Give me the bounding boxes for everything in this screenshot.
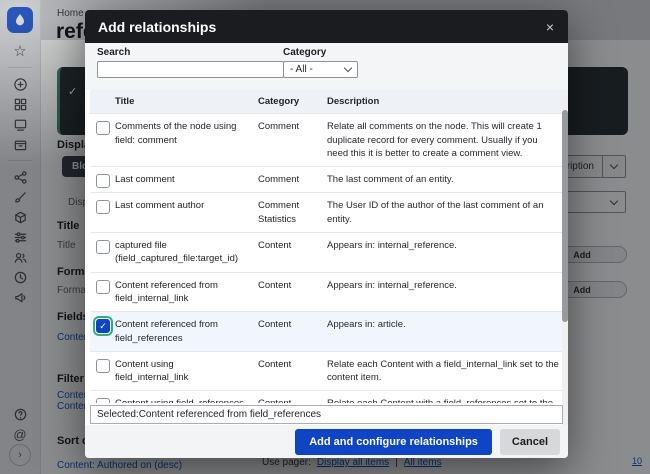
category-selected-value: - All - xyxy=(290,64,313,75)
relationships-table-wrapper: Title Category Description Comments of t… xyxy=(85,90,568,403)
row-title: Content using field_references xyxy=(115,391,258,403)
row-description: Appears in: internal_reference. xyxy=(327,240,457,252)
dialog-title: Add relationships xyxy=(98,18,217,35)
row-category: Comment xyxy=(258,174,300,186)
dialog-footer: Add and configure relationships Cancel xyxy=(85,425,568,458)
row-title: captured file (field_captured_file:targe… xyxy=(115,240,239,265)
relationship-row[interactable]: ✓ Content referenced from field_reference… xyxy=(90,311,563,351)
column-header-description: Description xyxy=(327,96,380,107)
selected-summary-field: Selected:Content referenced from field_r… xyxy=(90,405,563,424)
relationships-table: Title Category Description Comments of t… xyxy=(90,90,563,403)
row-description: The last comment of an entity. xyxy=(327,174,454,186)
checkbox-cell xyxy=(90,273,115,312)
column-header-title: Title xyxy=(115,96,135,107)
close-icon[interactable]: × xyxy=(538,15,562,39)
chevron-down-icon xyxy=(343,63,353,73)
row-category: Content xyxy=(258,319,292,331)
row-title: Content using field_internal_link xyxy=(115,358,189,384)
dialog-filters: Search Category - All - xyxy=(85,43,568,90)
row-category: Content xyxy=(258,240,292,252)
row-description: Appears in: article. xyxy=(327,319,406,331)
search-label: Search xyxy=(97,47,131,58)
add-relationships-dialog: Add relationships × Search Category - Al… xyxy=(85,10,568,458)
row-checkbox[interactable] xyxy=(96,121,110,136)
row-checkbox[interactable] xyxy=(96,200,110,215)
relationship-row[interactable]: Comments of the node using field: commen… xyxy=(90,113,563,166)
row-title: Content referenced from field_references xyxy=(115,319,218,344)
row-category: Comment Statistics xyxy=(258,200,300,225)
category-label: Category xyxy=(283,47,327,58)
category-select[interactable]: - All - xyxy=(283,61,358,78)
search-input[interactable] xyxy=(97,61,284,78)
row-description: Relate each Content with a field_interna… xyxy=(327,358,559,384)
row-title: Last comment xyxy=(115,174,175,186)
row-category: Comment xyxy=(258,121,300,133)
checkbox-cell xyxy=(90,193,115,232)
relationship-row[interactable]: captured file (field_captured_file:targe… xyxy=(90,232,563,272)
row-description: The User ID of the author of the last co… xyxy=(327,200,544,225)
row-checkbox[interactable]: ✓ xyxy=(96,319,110,334)
checkbox-cell: ✓ xyxy=(90,312,115,351)
relationship-row[interactable]: Content using field_internal_link Content… xyxy=(90,350,563,391)
header-checkbox-spacer xyxy=(90,90,115,113)
row-category: Content xyxy=(258,279,292,291)
row-checkbox[interactable] xyxy=(96,358,110,373)
row-category: Content xyxy=(258,391,327,403)
row-checkbox[interactable] xyxy=(96,398,110,403)
checkbox-cell xyxy=(90,352,115,391)
checkbox-cell xyxy=(90,114,115,166)
dialog-scrollbar[interactable] xyxy=(562,90,568,425)
row-description: Relate all comments on the node. This wi… xyxy=(327,121,542,159)
row-checkbox[interactable] xyxy=(96,174,110,189)
row-description: Appears in: internal_reference. xyxy=(327,279,457,291)
table-header-row: Title Category Description xyxy=(90,90,563,114)
row-title: Comments of the node using field: commen… xyxy=(115,121,237,146)
row-title: Last comment author xyxy=(115,200,205,212)
relationship-row[interactable]: Last comment author Comment Statistics The… xyxy=(90,192,563,232)
relationships-table-body: Comments of the node using field: commen… xyxy=(90,113,563,403)
row-description: Relate each Content with a field_referen… xyxy=(327,391,563,403)
dialog-header: Add relationships × xyxy=(85,10,568,43)
checkbox-cell xyxy=(90,167,115,192)
row-checkbox[interactable] xyxy=(96,240,110,255)
cancel-button[interactable]: Cancel xyxy=(499,428,560,455)
scrollbar-thumb[interactable] xyxy=(562,110,568,322)
row-title: Content referenced from field_internal_l… xyxy=(115,279,218,304)
relationship-row[interactable]: Last comment Comment The last comment of a… xyxy=(90,166,563,192)
column-header-category: Category xyxy=(258,96,300,107)
relationship-row[interactable]: Content referenced from field_internal_l… xyxy=(90,271,563,312)
relationship-row[interactable]: Content using field_referencesContentRel… xyxy=(90,390,563,403)
checkbox-cell xyxy=(90,233,115,272)
add-and-configure-button[interactable]: Add and configure relationships xyxy=(295,428,492,455)
checkbox-cell xyxy=(90,391,115,403)
row-category: Content xyxy=(258,358,292,370)
row-checkbox[interactable] xyxy=(96,279,110,294)
